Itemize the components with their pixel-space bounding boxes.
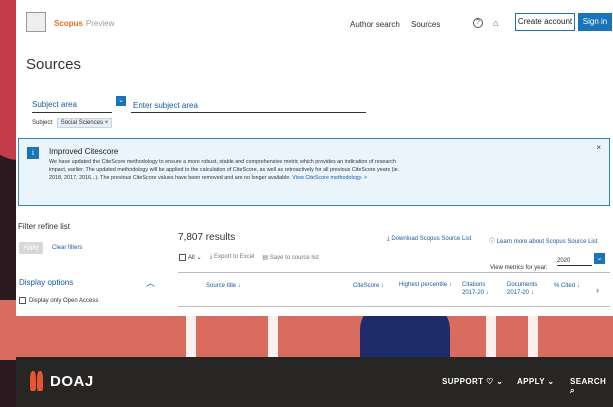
notice-text: We have updated the CiteScore methodolog… [49,158,409,182]
open-access-label: Display only Open Access [29,297,99,304]
background-stool-leg [528,312,538,362]
save-label: Save to source list [269,255,319,261]
learn-more-label: Learn more about Scopus Source List [496,239,598,245]
metrics-year-select[interactable]: 2020 [557,258,592,266]
column-citations[interactable]: Citations 2017-20 ↓ [462,281,500,297]
metrics-year-label: View metrics for year: [490,265,548,271]
table-divider [178,272,610,273]
select-all-label: All [188,254,195,261]
notice-title: Improved Citescore [49,147,119,156]
nav-apply[interactable]: APPLY ⌄ [517,377,555,386]
chevron-up-icon[interactable]: ︿ [146,276,155,289]
top-bar: Scopus Preview Author search Sources ? ⌂ … [16,0,613,44]
column-citescore[interactable]: CiteScore ↓ [353,282,384,290]
display-options-toggle[interactable]: Display options [19,278,73,287]
subject-filter-row: Subject: Social Sciences × [32,118,113,128]
download-label: Download Scopus Source List [391,236,472,242]
save-icon: ▤ [262,255,269,261]
doaj-brand[interactable]: DOAJ [50,373,94,390]
column-highest-percentile[interactable]: Highest percentile ↓ [399,281,457,289]
nav-search[interactable]: SEARCH ⌕ [570,377,613,396]
save-to-source-list-button[interactable]: ▤ Save to source list [262,254,318,261]
column-percent-cited[interactable]: % Cited ↓ [554,282,580,290]
page-title: Sources [26,56,82,73]
export-excel-button[interactable]: ⤓ Export to Excel [210,254,255,261]
nav-author-search[interactable]: Author search [350,20,400,29]
help-icon[interactable]: ? [473,18,483,28]
background-stool-leg [486,312,496,362]
sign-in-button[interactable]: Sign in [578,13,612,31]
citescore-methodology-link[interactable]: View CiteScore methodology. > [292,175,367,181]
logo-bar [37,371,43,391]
learn-more-link[interactable]: ⓘ Learn more about Scopus Source List [489,236,597,245]
info-icon: i [27,147,39,159]
scopus-brand[interactable]: Scopus Preview [54,19,114,28]
clear-filters-link[interactable]: Clear filters [52,245,82,251]
chevron-down-icon[interactable]: ⌄ [594,253,605,264]
chevron-down-icon[interactable]: ⌄ [116,96,126,106]
elsevier-logo-icon[interactable] [26,12,46,32]
chevron-right-icon[interactable]: › [596,285,599,295]
subject-area-underline [32,112,112,113]
export-icon: ⤓ [209,254,213,260]
subject-prefix: Subject: [32,120,54,126]
download-icon: ⤓ [387,236,390,242]
info-circle-icon: ⓘ [489,239,496,245]
select-all[interactable]: All ⌄ [179,254,202,261]
nav-sources[interactable]: Sources [411,20,440,29]
column-source-title[interactable]: Source title ↓ [206,282,241,290]
subject-area-dropdown[interactable]: Subject area [32,100,77,109]
close-icon[interactable]: × [596,143,601,152]
doaj-logo-icon[interactable] [30,371,46,391]
citescore-notice: i Improved Citescore We have updated the… [18,138,610,206]
apply-button[interactable]: Apply [19,242,43,254]
background-stool-leg [268,312,278,362]
subject-area-input[interactable] [131,99,366,113]
select-all-checkbox[interactable] [179,254,186,261]
scopus-panel: Scopus Preview Author search Sources ? ⌂ … [16,0,613,316]
subject-tag[interactable]: Social Sciences × [56,118,113,128]
nav-support[interactable]: SUPPORT ♡ ⌄ [442,377,503,386]
open-access-filter[interactable]: Display only Open Access [19,297,98,304]
results-toolbar: All ⌄ ⤓ Export to Excel ▤ Save to source… [179,254,319,261]
download-source-list-link[interactable]: ⤓ Download Scopus Source List [387,236,471,243]
institution-icon[interactable]: ⌂ [493,18,503,28]
filter-title: Filter refine list [18,222,71,231]
logo-bar [30,371,36,391]
open-access-checkbox[interactable] [19,297,26,304]
doaj-header: DOAJ SUPPORT ♡ ⌄ APPLY ⌄ SEARCH ⌕ [16,357,613,407]
create-account-button[interactable]: Create account [515,13,575,31]
background-stool-leg [186,312,196,362]
results-count: 7,807 results [178,232,236,243]
table-divider [178,306,610,307]
export-label: Export to Excel [214,254,255,260]
column-documents[interactable]: Documents 2017-20 ↓ [507,281,549,297]
